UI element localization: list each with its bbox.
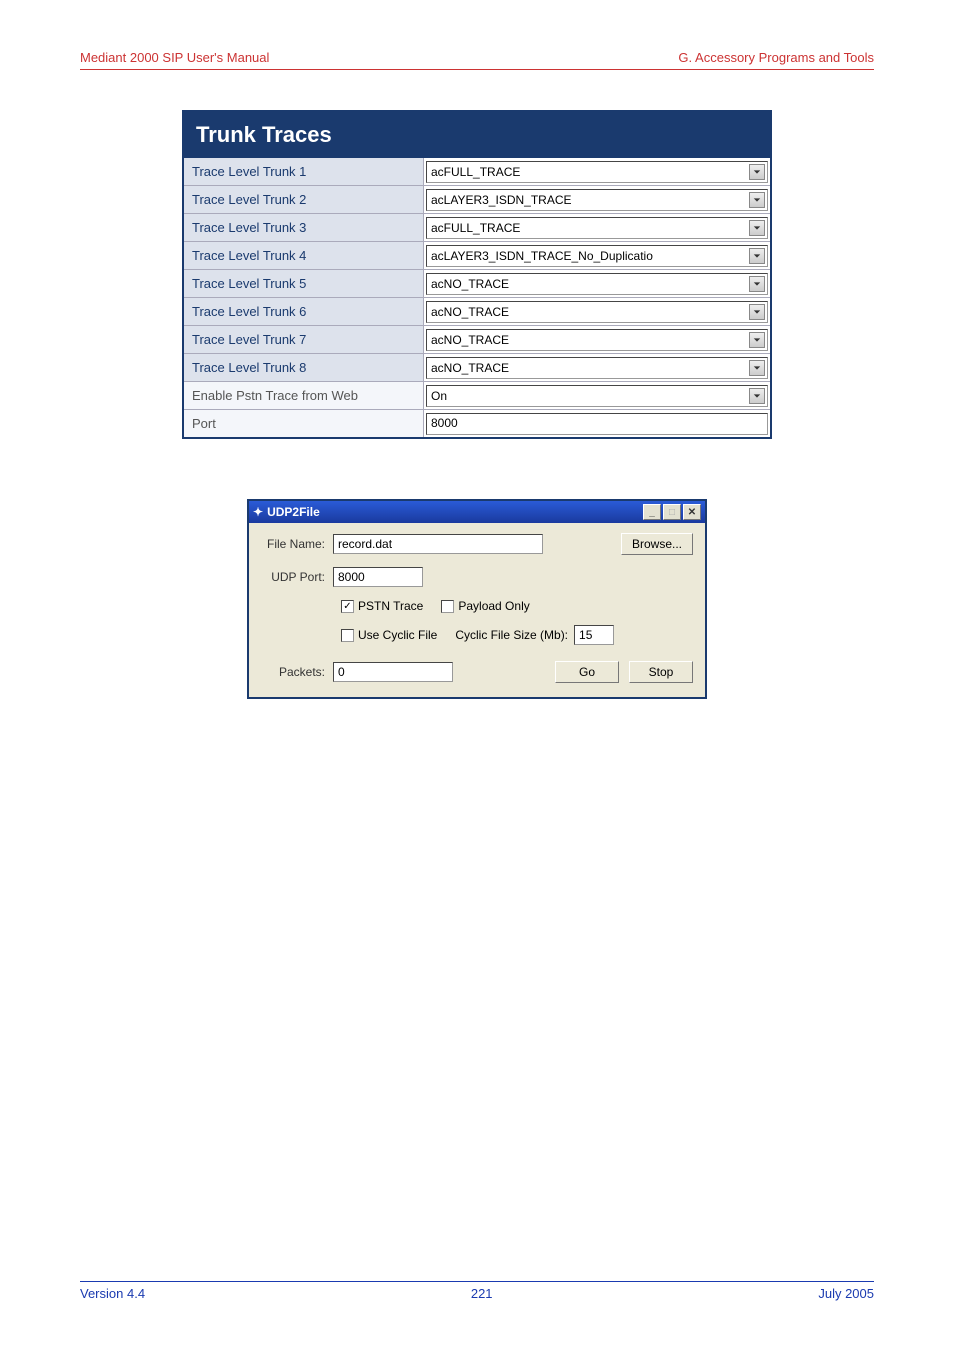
panel-title: Trunk Traces [184, 112, 770, 158]
chevron-down-icon[interactable] [749, 388, 765, 404]
chevron-down-icon[interactable] [749, 164, 765, 180]
setting-label: Trace Level Trunk 8 [184, 354, 424, 381]
use-cyclic-label: Use Cyclic File [358, 628, 437, 642]
select-value: acNO_TRACE [431, 333, 509, 347]
packets-label: Packets: [261, 665, 333, 679]
setting-select[interactable]: acNO_TRACE [426, 357, 768, 379]
setting-select[interactable]: acNO_TRACE [426, 329, 768, 351]
select-value: acFULL_TRACE [431, 165, 520, 179]
pstn-trace-checkbox[interactable]: ✓ PSTN Trace [341, 599, 423, 613]
trunk-traces-panel: Trunk Traces Trace Level Trunk 1 acFULL_T… [182, 110, 772, 439]
setting-row: Trace Level Trunk 2 acLAYER3_ISDN_TRACE [184, 186, 770, 214]
packets-input[interactable] [333, 662, 453, 682]
select-value: acLAYER3_ISDN_TRACE [431, 193, 572, 207]
udp-port-input[interactable] [333, 567, 423, 587]
select-value: acNO_TRACE [431, 361, 509, 375]
footer-left: Version 4.4 [80, 1286, 145, 1301]
setting-label: Trace Level Trunk 3 [184, 214, 424, 241]
setting-label: Enable Pstn Trace from Web [184, 382, 424, 409]
udp2file-window: ✦ UDP2File _ □ ✕ File Name: Browse... UD… [247, 499, 707, 699]
setting-row: Trace Level Trunk 5 acNO_TRACE [184, 270, 770, 298]
setting-row: Trace Level Trunk 4 acLAYER3_ISDN_TRACE_N… [184, 242, 770, 270]
chevron-down-icon[interactable] [749, 248, 765, 264]
titlebar: ✦ UDP2File _ □ ✕ [249, 501, 705, 523]
setting-select[interactable]: acNO_TRACE [426, 273, 768, 295]
chevron-down-icon[interactable] [749, 360, 765, 376]
chevron-down-icon[interactable] [749, 192, 765, 208]
app-icon: ✦ [253, 505, 263, 519]
setting-select[interactable]: acNO_TRACE [426, 301, 768, 323]
setting-select[interactable]: On [426, 385, 768, 407]
setting-select[interactable]: acLAYER3_ISDN_TRACE [426, 189, 768, 211]
setting-label: Trace Level Trunk 4 [184, 242, 424, 269]
browse-button[interactable]: Browse... [621, 533, 693, 555]
setting-input[interactable]: 8000 [426, 413, 768, 435]
select-value: acLAYER3_ISDN_TRACE_No_Duplicatio [431, 249, 653, 263]
page-header: Mediant 2000 SIP User's Manual G. Access… [80, 50, 874, 70]
setting-label: Trace Level Trunk 6 [184, 298, 424, 325]
go-button[interactable]: Go [555, 661, 619, 683]
setting-row: Port8000 [184, 410, 770, 437]
minimize-button[interactable]: _ [643, 504, 661, 520]
setting-row: Enable Pstn Trace from Web On [184, 382, 770, 410]
stop-button[interactable]: Stop [629, 661, 693, 683]
file-name-input[interactable] [333, 534, 543, 554]
select-value: On [431, 389, 447, 403]
cyclic-size-input[interactable] [574, 625, 614, 645]
page-footer: Version 4.4 221 July 2005 [80, 1281, 874, 1301]
setting-row: Trace Level Trunk 1 acFULL_TRACE [184, 158, 770, 186]
footer-center: 221 [471, 1286, 493, 1301]
setting-select[interactable]: acLAYER3_ISDN_TRACE_No_Duplicatio [426, 245, 768, 267]
header-left: Mediant 2000 SIP User's Manual [80, 50, 269, 65]
setting-row: Trace Level Trunk 3 acFULL_TRACE [184, 214, 770, 242]
chevron-down-icon[interactable] [749, 332, 765, 348]
select-value: acNO_TRACE [431, 277, 509, 291]
file-name-label: File Name: [261, 537, 333, 551]
setting-row: Trace Level Trunk 7 acNO_TRACE [184, 326, 770, 354]
use-cyclic-checkbox[interactable]: Use Cyclic File [341, 628, 437, 642]
udp-port-label: UDP Port: [261, 570, 333, 584]
payload-only-checkbox[interactable]: Payload Only [441, 599, 529, 613]
setting-label: Trace Level Trunk 5 [184, 270, 424, 297]
setting-label: Port [184, 410, 424, 437]
setting-select[interactable]: acFULL_TRACE [426, 161, 768, 183]
footer-right: July 2005 [818, 1286, 874, 1301]
setting-label: Trace Level Trunk 1 [184, 158, 424, 185]
select-value: acNO_TRACE [431, 305, 509, 319]
setting-label: Trace Level Trunk 2 [184, 186, 424, 213]
maximize-button: □ [663, 504, 681, 520]
window-title: UDP2File [267, 505, 643, 519]
setting-row: Trace Level Trunk 6 acNO_TRACE [184, 298, 770, 326]
pstn-trace-label: PSTN Trace [358, 599, 423, 613]
header-right: G. Accessory Programs and Tools [678, 50, 874, 65]
cyclic-size-label: Cyclic File Size (Mb): [455, 628, 568, 642]
chevron-down-icon[interactable] [749, 276, 765, 292]
chevron-down-icon[interactable] [749, 220, 765, 236]
setting-row: Trace Level Trunk 8 acNO_TRACE [184, 354, 770, 382]
setting-select[interactable]: acFULL_TRACE [426, 217, 768, 239]
setting-label: Trace Level Trunk 7 [184, 326, 424, 353]
select-value: acFULL_TRACE [431, 221, 520, 235]
payload-only-label: Payload Only [458, 599, 529, 613]
chevron-down-icon[interactable] [749, 304, 765, 320]
close-button[interactable]: ✕ [683, 504, 701, 520]
